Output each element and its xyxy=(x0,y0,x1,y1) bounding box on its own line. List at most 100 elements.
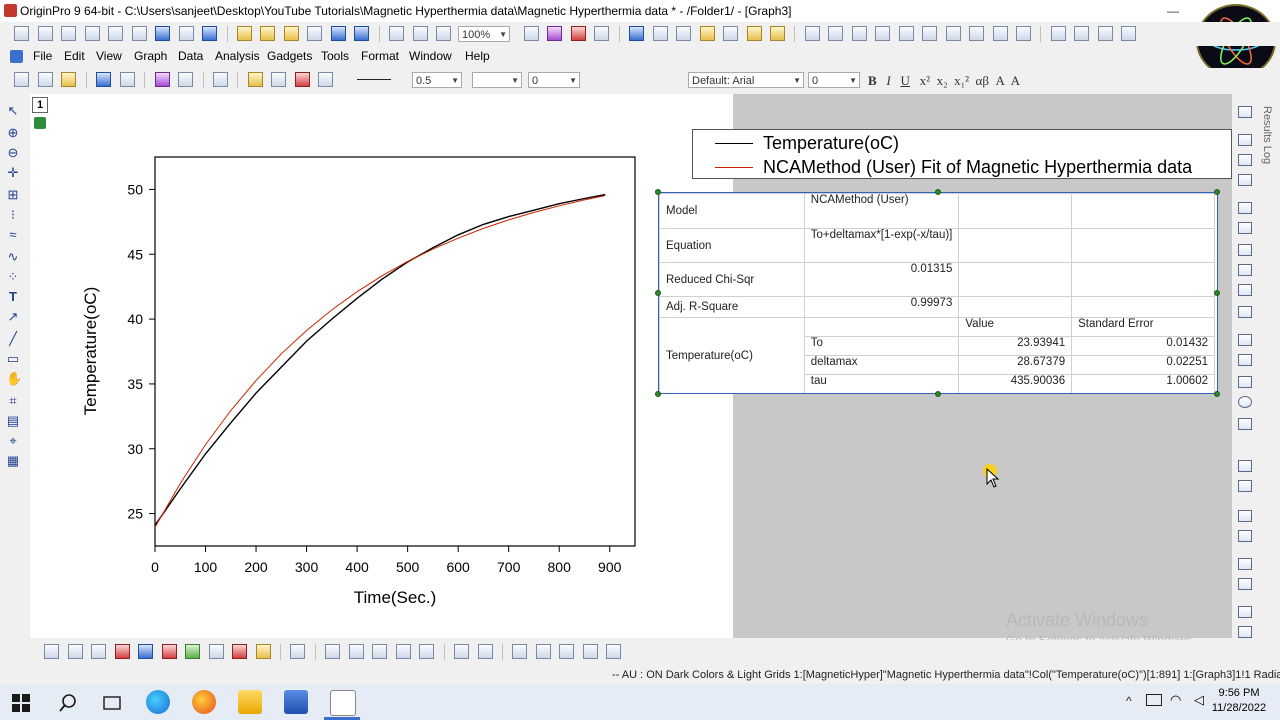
ternary-icon[interactable] xyxy=(535,644,551,659)
underline-button[interactable]: U xyxy=(901,73,910,88)
pattern-icon[interactable] xyxy=(271,72,287,87)
stack-plot-icon[interactable] xyxy=(161,644,177,659)
set-error-icon[interactable] xyxy=(1121,26,1137,41)
menu-window[interactable]: Window xyxy=(409,49,452,63)
battery-icon[interactable] xyxy=(1146,694,1162,706)
object-manager-icon[interactable] xyxy=(1238,106,1252,118)
layer-management-icon[interactable] xyxy=(1238,460,1252,472)
import-single-ascii-icon[interactable] xyxy=(389,26,405,41)
open-template-icon[interactable] xyxy=(260,26,276,41)
bar-chart-icon[interactable] xyxy=(898,26,914,41)
vector-icon[interactable] xyxy=(559,644,575,659)
code-builder-icon[interactable] xyxy=(629,26,645,41)
supersubscript-button[interactable]: x₁² xyxy=(954,73,969,88)
add-layer-icon[interactable] xyxy=(154,72,170,87)
menu-format[interactable]: Format xyxy=(361,49,399,63)
copy-icon[interactable] xyxy=(37,72,53,87)
recent-books-icon[interactable] xyxy=(307,26,323,41)
menu-gadgets[interactable]: Gadgets xyxy=(267,49,312,63)
line-tool-icon[interactable]: ╱ xyxy=(6,332,20,346)
image-plot-icon[interactable] xyxy=(395,644,411,659)
new-notes-icon[interactable] xyxy=(178,26,194,41)
resize-handle[interactable] xyxy=(935,391,941,397)
apps-icon[interactable] xyxy=(769,26,785,41)
temperature-chart[interactable]: 0 100 200 300 400 500 600 700 800 900 25 30 35 40 45 50… xyxy=(30,94,733,638)
command-window-icon[interactable] xyxy=(652,26,668,41)
resize-handle[interactable] xyxy=(655,290,661,296)
zoom-select[interactable]: 100% ▼ xyxy=(458,26,510,42)
menu-edit[interactable]: Edit xyxy=(64,49,85,63)
align-vertical-icon[interactable] xyxy=(1238,222,1252,234)
more-plots-icon[interactable] xyxy=(606,644,622,659)
results-log-icon[interactable] xyxy=(594,26,610,41)
same-height-icon[interactable] xyxy=(1238,284,1252,296)
new-matrix-icon[interactable] xyxy=(108,26,124,41)
template-icon[interactable] xyxy=(255,644,271,659)
front-icon[interactable] xyxy=(1238,354,1252,366)
set-x-icon[interactable] xyxy=(1050,26,1066,41)
new-project-icon[interactable] xyxy=(14,26,30,41)
box-chart-icon[interactable] xyxy=(232,644,248,659)
multi-curve-icon[interactable] xyxy=(138,644,154,659)
border-style-select[interactable]: ▼ xyxy=(472,72,522,88)
resize-handle[interactable] xyxy=(655,391,661,397)
italic-button[interactable]: I xyxy=(886,73,890,88)
annotation-icon[interactable]: ⌗ xyxy=(6,394,20,408)
print-icon[interactable] xyxy=(524,26,539,41)
hand-tool-icon[interactable]: ✋ xyxy=(6,372,22,386)
word-icon[interactable] xyxy=(284,690,308,714)
edge-browser-icon[interactable] xyxy=(146,690,170,714)
extract-layer-icon[interactable] xyxy=(1238,606,1252,618)
menu-tools[interactable]: Tools xyxy=(321,49,349,63)
greek-button[interactable]: αβ xyxy=(976,73,989,88)
import-multiple-ascii-icon[interactable] xyxy=(412,26,428,41)
new-function-plot-icon[interactable] xyxy=(202,26,218,41)
add-inset-data-icon[interactable] xyxy=(1238,530,1252,542)
matrix-plot-icon[interactable] xyxy=(454,644,470,659)
system-clock[interactable]: 9:56 PM 11/28/2022 xyxy=(1204,686,1274,716)
line-width-select[interactable]: 0.5 ▼ xyxy=(412,72,462,88)
arrow-tool-icon[interactable]: ↗ xyxy=(6,310,20,324)
volume-icon[interactable]: ◁ xyxy=(1194,692,1204,708)
resize-handle[interactable] xyxy=(1214,290,1220,296)
import-wizard-icon[interactable] xyxy=(436,26,452,41)
chevron-up-icon[interactable]: ^ xyxy=(1126,694,1132,708)
subscript-button[interactable]: x₂ xyxy=(937,73,948,88)
group-icon[interactable] xyxy=(1238,306,1252,318)
align-left-icon[interactable] xyxy=(1238,134,1252,146)
windows-start-icon[interactable] xyxy=(12,694,30,712)
merge-icon[interactable] xyxy=(96,72,112,87)
resize-handle[interactable] xyxy=(1214,189,1220,195)
line-color-icon[interactable] xyxy=(294,72,310,87)
paste-icon[interactable] xyxy=(61,72,77,87)
save-project-icon[interactable] xyxy=(330,26,346,41)
wireframe-icon[interactable] xyxy=(372,644,388,659)
menu-file[interactable]: File xyxy=(33,49,52,63)
draw-data-icon[interactable]: ∿ xyxy=(6,250,20,264)
set-xy-icon[interactable] xyxy=(875,26,891,41)
table-tool-icon[interactable]: ▤ xyxy=(6,414,20,428)
sort-icon[interactable] xyxy=(851,26,867,41)
regional-data-icon[interactable]: ⁘ xyxy=(6,270,20,284)
pie-chart-icon[interactable] xyxy=(208,644,224,659)
new-function-icon[interactable] xyxy=(131,26,147,41)
data-reader-icon[interactable]: ⊞ xyxy=(6,188,20,202)
line-plot-icon[interactable] xyxy=(44,644,60,659)
mask-icon[interactable]: ≈ xyxy=(6,228,20,242)
stock-icon[interactable] xyxy=(582,644,598,659)
menu-data[interactable]: Data xyxy=(178,49,203,63)
new-graph-icon[interactable] xyxy=(84,26,100,41)
export-icon[interactable] xyxy=(570,26,586,41)
scatter-plot-icon[interactable] xyxy=(67,644,83,659)
decrease-font-button[interactable]: A xyxy=(1011,73,1020,88)
results-log-tab[interactable]: Results Log xyxy=(1261,106,1273,164)
project-explorer-icon[interactable] xyxy=(676,26,692,41)
new-excel-icon[interactable] xyxy=(61,26,77,41)
legend[interactable]: Temperature(oC) NCAMethod (User) Fit of … xyxy=(692,129,1232,179)
zoom-in-icon[interactable]: ⊕ xyxy=(6,126,20,140)
filter-icon[interactable] xyxy=(969,26,985,41)
search-icon[interactable] xyxy=(58,693,78,713)
menu-analysis[interactable]: Analysis xyxy=(215,49,260,63)
cut-icon[interactable] xyxy=(14,72,30,87)
add-inset-icon[interactable] xyxy=(1238,510,1252,522)
